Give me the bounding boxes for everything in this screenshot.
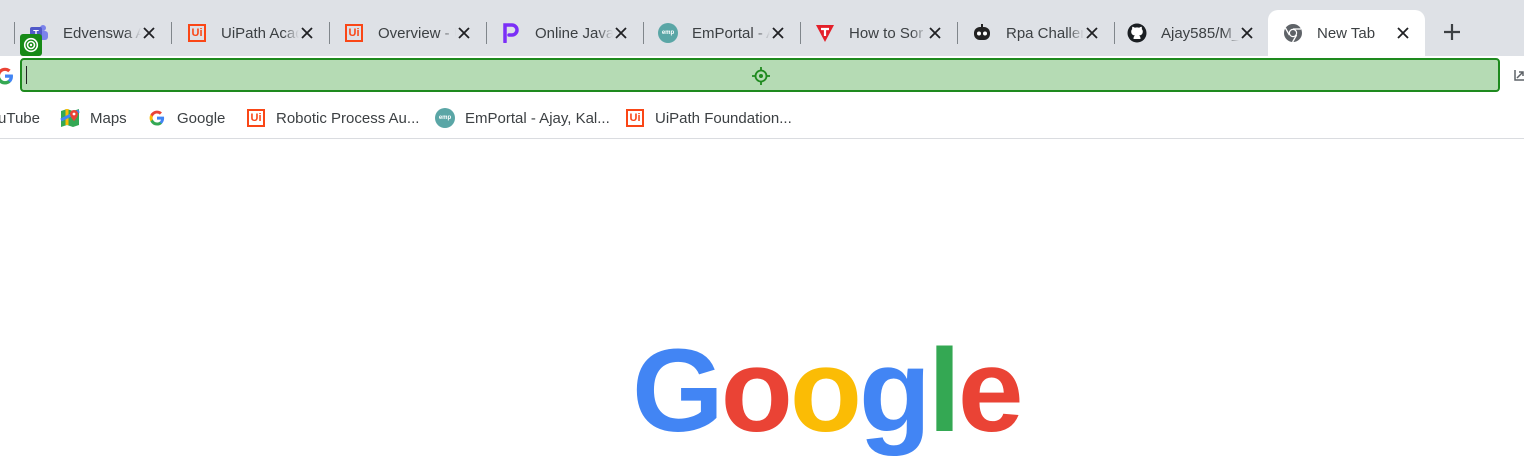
robot-icon [971, 22, 993, 44]
bookmark-maps[interactable]: Maps [60, 98, 127, 138]
bookmark-uipath-foundation[interactable]: Ui UiPath Foundation... [625, 98, 792, 138]
close-icon[interactable] [1237, 23, 1257, 43]
logo-letter: G [632, 325, 724, 457]
bookmarks-bar: uTube Maps Google Ui Robotic Process Au.… [0, 98, 1524, 139]
uipath-icon-label: Ui [626, 109, 644, 127]
tab-title: Rpa Challen [1006, 24, 1084, 42]
logo-letter: o [789, 325, 862, 457]
tab-rpa-challenge[interactable]: Rpa Challen [957, 10, 1115, 56]
uipath-icon: Ui [625, 108, 645, 128]
close-icon[interactable] [139, 23, 159, 43]
close-icon[interactable] [297, 23, 317, 43]
crosshair-target-icon [752, 67, 770, 85]
tab-online-java[interactable]: Online Java [486, 10, 644, 56]
logo-letter: g [858, 325, 931, 457]
uipath-icon: Ui [186, 22, 208, 44]
logo-letter: l [928, 325, 961, 457]
bookmark-label: Robotic Process Au... [276, 109, 420, 127]
bookmark-google[interactable]: Google [147, 98, 225, 138]
tab-title: Ajay585/M_ [1161, 24, 1239, 42]
share-icon[interactable] [1512, 67, 1524, 83]
tab-new-tab[interactable]: New Tab [1268, 10, 1425, 56]
bookmark-label: EmPortal - Ajay, Kal... [465, 109, 610, 127]
close-icon[interactable] [611, 23, 631, 43]
google-logo: Google [632, 325, 1024, 457]
close-icon[interactable] [1393, 23, 1413, 43]
tab-title: How to Sor [849, 24, 924, 42]
maps-icon [60, 108, 80, 128]
uipath-icon: Ui [343, 22, 365, 44]
tab-github[interactable]: Ajay585/M_ [1112, 10, 1269, 56]
toolbar [0, 56, 1524, 98]
bookmark-robotic-process[interactable]: Ui Robotic Process Au... [246, 98, 419, 138]
close-icon[interactable] [925, 23, 945, 43]
tab-overview[interactable]: Ui Overview - U [329, 10, 487, 56]
uipath-icon: Ui [246, 108, 266, 128]
bookmark-label: Maps [90, 109, 127, 127]
bookmark-label: uTube [0, 109, 40, 127]
close-icon[interactable] [1082, 23, 1102, 43]
tab-how-to-sort[interactable]: How to Sor [800, 10, 958, 56]
new-tab-button[interactable] [1440, 20, 1464, 44]
tab-strip: T Edvenswa A Ui UiPath Acad Ui Overview … [0, 0, 1524, 56]
bookmark-label: UiPath Foundation... [655, 109, 792, 127]
google-icon [0, 67, 13, 85]
logo-letter: o [720, 325, 793, 457]
tab-title: EmPortal - A [692, 24, 770, 42]
uipath-icon-label: Ui [345, 24, 363, 42]
tab-title: Edvenswa A [63, 24, 141, 42]
close-icon[interactable] [768, 23, 788, 43]
toptal-icon [814, 22, 836, 44]
target-badge-icon [20, 34, 42, 56]
logo-letter: e [957, 325, 1024, 457]
plus-icon [1444, 24, 1460, 40]
tab-title: UiPath Acad [221, 24, 299, 42]
bookmark-label: Google [177, 109, 226, 127]
text-caret [26, 66, 27, 84]
emportal-icon: emp [657, 22, 679, 44]
emportal-icon-label: emp [658, 23, 678, 43]
uipath-icon-label: Ui [247, 109, 265, 127]
emportal-icon: emp [435, 108, 455, 128]
uipath-icon-label: Ui [188, 24, 206, 42]
bookmark-youtube[interactable]: uTube [0, 98, 40, 138]
tab-title: Overview - U [378, 24, 456, 42]
chrome-icon [1282, 22, 1304, 44]
emportal-icon-label: emp [435, 108, 455, 128]
tab-uipath-academy[interactable]: Ui UiPath Acad [172, 10, 330, 56]
google-icon [147, 108, 167, 128]
tab-emportal[interactable]: emp EmPortal - A [643, 10, 801, 56]
tab-title: New Tab [1317, 24, 1376, 42]
tab-title: Online Java [535, 24, 613, 42]
github-icon [1126, 22, 1148, 44]
address-bar[interactable] [20, 58, 1500, 92]
programiz-icon [500, 22, 522, 44]
close-icon[interactable] [454, 23, 474, 43]
bookmark-emportal[interactable]: emp EmPortal - Ajay, Kal... [435, 98, 610, 138]
